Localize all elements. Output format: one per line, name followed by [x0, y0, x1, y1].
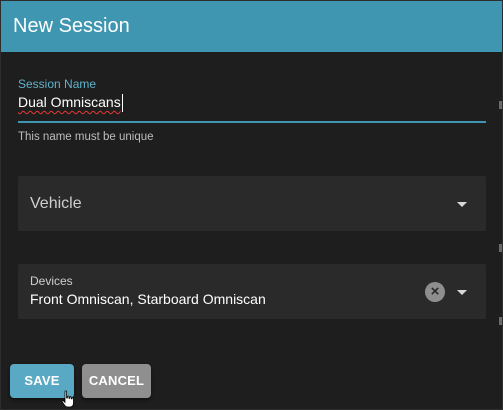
scroll-edge-mark: [499, 101, 502, 109]
session-name-input[interactable]: Dual Omniscans: [18, 94, 121, 110]
devices-value: Front Omniscan, Starboard Omniscan: [30, 291, 266, 307]
chevron-down-icon[interactable]: [457, 202, 467, 207]
session-name-label: Session Name: [18, 77, 97, 91]
close-circle-icon[interactable]: ×: [425, 282, 445, 302]
scroll-edge-mark: [499, 244, 502, 252]
vehicle-select[interactable]: Vehicle: [18, 176, 486, 231]
dialog-title: New Session: [1, 1, 502, 52]
text-caret: [122, 94, 123, 112]
cancel-button[interactable]: CANCEL: [82, 364, 151, 398]
devices-label: Devices: [30, 274, 73, 288]
new-session-dialog: New Session Session Name Dual Omniscans …: [0, 0, 503, 410]
vehicle-placeholder: Vehicle: [30, 195, 82, 212]
session-name-field[interactable]: Session Name Dual Omniscans: [18, 77, 486, 123]
session-name-hint: This name must be unique: [18, 131, 154, 143]
scroll-edge-mark: [499, 317, 502, 325]
chevron-down-icon[interactable]: [457, 290, 467, 295]
devices-select[interactable]: Devices Front Omniscan, Starboard Omnisc…: [18, 264, 486, 319]
hand-pointer-icon: [61, 390, 74, 408]
